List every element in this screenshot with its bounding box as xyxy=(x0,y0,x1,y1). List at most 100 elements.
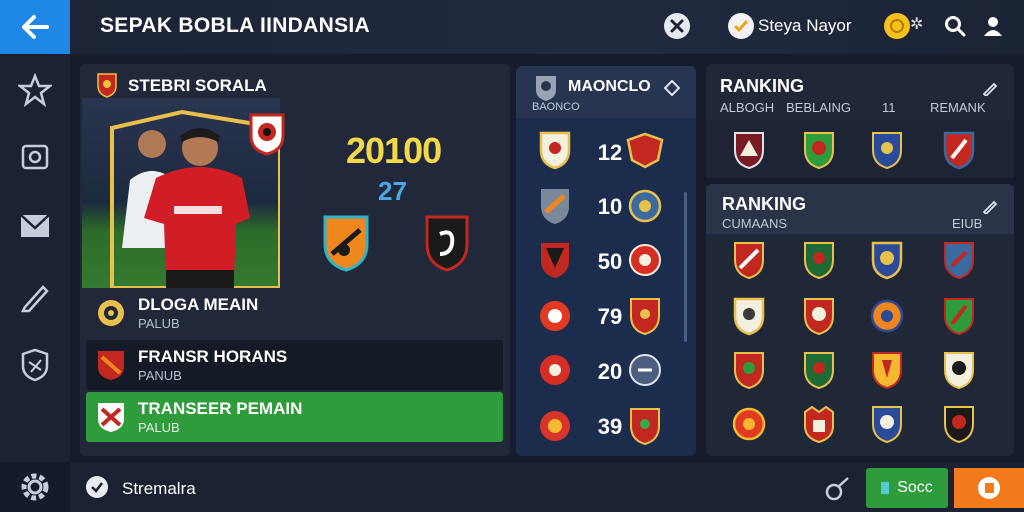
menu-row-game[interactable]: DLOGA MEAIN PALUB xyxy=(86,288,503,338)
team-badge-icon[interactable] xyxy=(942,240,976,280)
sidebar-item-training[interactable] xyxy=(17,279,53,315)
home-team-badge-icon xyxy=(538,296,572,336)
camera-icon xyxy=(21,144,49,170)
team-badge-icon[interactable] xyxy=(942,404,976,444)
home-team-badge-icon xyxy=(538,240,572,280)
mail-icon xyxy=(20,214,50,237)
team-badge-icon[interactable] xyxy=(732,350,766,390)
sidebar-item-club[interactable] xyxy=(17,347,53,383)
save-flag-icon xyxy=(881,482,890,494)
ball-icon xyxy=(96,297,126,329)
ranking-column: REMANK xyxy=(930,100,986,115)
whistle-icon[interactable] xyxy=(824,474,852,502)
team-badge-icon[interactable] xyxy=(870,296,904,336)
sidebar-item-camera[interactable] xyxy=(17,139,53,175)
arrow-left-icon xyxy=(22,15,49,39)
edit-icon[interactable] xyxy=(982,80,998,98)
team-badge-icon[interactable] xyxy=(942,296,976,336)
menu-row-transfer[interactable]: TRANSEER PEMAIN PALUB xyxy=(86,392,503,442)
ranking-column: 11 xyxy=(882,100,896,115)
team-badge-icon[interactable] xyxy=(870,350,904,390)
away-team-badge-icon xyxy=(628,240,662,280)
menu-action-button[interactable] xyxy=(954,468,1024,508)
match-score: 20 xyxy=(597,359,623,384)
away-team-badge-icon xyxy=(628,186,662,226)
diamond-icon[interactable] xyxy=(663,79,681,97)
menu-row-title: FRANSR HORANS xyxy=(138,347,288,366)
coin-icon[interactable] xyxy=(884,13,910,39)
player-level: 27 xyxy=(378,176,407,206)
home-team-badge-icon xyxy=(538,406,572,446)
league-icon xyxy=(534,74,558,102)
scissors-icon[interactable]: ✲ xyxy=(910,14,923,34)
team-badge-icon[interactable] xyxy=(942,350,976,390)
team-badge-icon[interactable] xyxy=(870,240,904,280)
team-badge-icon xyxy=(942,130,976,170)
status-check-icon xyxy=(86,476,108,498)
edit-icon[interactable] xyxy=(982,198,998,216)
team-badge-icon xyxy=(732,130,766,170)
match-score: 39 xyxy=(597,414,623,439)
user-badge-icon[interactable] xyxy=(728,13,754,39)
save-button[interactable]: Socc xyxy=(866,468,948,508)
action-icon xyxy=(978,477,1000,499)
match-list-subtitle: BAONCO xyxy=(532,101,580,113)
tools-icon[interactable] xyxy=(664,13,690,39)
gear-icon xyxy=(21,473,49,501)
transfer-crest-icon xyxy=(96,401,126,433)
team-badge-icon[interactable] xyxy=(732,296,766,336)
scrollbar[interactable] xyxy=(684,192,687,342)
ranking-column: BEBLAING xyxy=(786,100,852,115)
away-team-badge-icon xyxy=(628,406,662,446)
away-team-badge-icon xyxy=(626,130,664,170)
profile-icon[interactable] xyxy=(980,13,1006,39)
user-name[interactable]: Steya Nayor xyxy=(758,16,852,36)
shield-icon xyxy=(21,348,49,382)
sidebar-item-messages[interactable] xyxy=(17,208,53,244)
pencil-icon xyxy=(20,285,49,313)
settings-button[interactable] xyxy=(0,462,70,512)
home-team-badge-icon xyxy=(538,186,572,226)
team-badge-icon[interactable] xyxy=(732,404,766,444)
save-button-label: Socc xyxy=(897,479,933,496)
match-score: 12 xyxy=(597,140,623,165)
match-score: 10 xyxy=(597,194,623,219)
page-title: SEPAK BOBLA IINDANSIA xyxy=(100,14,370,37)
ranking-title: RANKING xyxy=(720,76,804,96)
menu-row-fans[interactable]: FRANSR HORANS PANUB xyxy=(86,340,503,390)
team-badge-icon[interactable] xyxy=(802,296,836,336)
home-team-badge-icon xyxy=(538,130,572,170)
team-badge-icon[interactable] xyxy=(802,404,836,444)
team-badge-left-icon[interactable] xyxy=(322,214,370,272)
team-badge-right-icon[interactable] xyxy=(424,214,470,272)
menu-row-title: DLOGA MEAIN xyxy=(138,295,259,314)
back-button[interactable] xyxy=(0,0,70,54)
team-badge-icon[interactable] xyxy=(732,240,766,280)
ranking-subtitle: EIUB xyxy=(952,216,983,231)
crest-icon xyxy=(96,349,126,381)
away-team-badge-icon xyxy=(628,296,662,336)
menu-row-subtitle: PALUB xyxy=(138,316,180,331)
sidebar-item-favorites[interactable] xyxy=(17,72,53,108)
club-name: STEBRI SORALA xyxy=(128,76,267,95)
match-score: 79 xyxy=(597,304,623,329)
team-badge-icon[interactable] xyxy=(802,350,836,390)
team-badge-icon xyxy=(870,130,904,170)
away-team-badge-icon xyxy=(628,350,662,390)
team-badge-icon[interactable] xyxy=(802,240,836,280)
status-text: Stremalra xyxy=(122,479,196,498)
ranking-subtitle: CUMAANS xyxy=(722,216,788,231)
match-list-title: MAONCLO xyxy=(568,78,651,95)
menu-row-subtitle: PALUB xyxy=(138,420,180,435)
home-team-badge-icon xyxy=(538,350,572,390)
star-icon xyxy=(18,73,52,107)
ranking-title: RANKING xyxy=(722,194,806,214)
club-crest-icon xyxy=(96,72,118,98)
club-badge-icon xyxy=(248,112,286,156)
menu-row-subtitle: PANUB xyxy=(138,368,182,383)
search-icon[interactable] xyxy=(942,13,968,39)
team-badge-icon xyxy=(802,130,836,170)
sidebar xyxy=(0,54,70,462)
team-badge-icon[interactable] xyxy=(870,404,904,444)
ranking-column: ALBOGH xyxy=(720,100,775,115)
